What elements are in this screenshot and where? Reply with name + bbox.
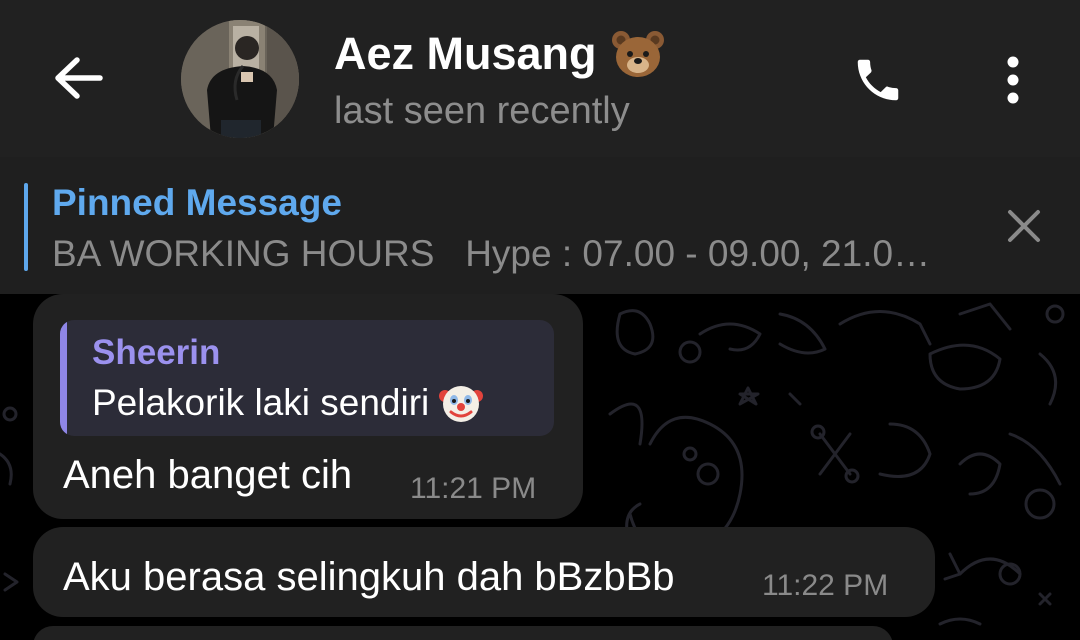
last-seen-status: last seen recently <box>334 90 630 132</box>
message-text: Aneh banget cih <box>63 453 353 497</box>
message-text: Aku berasa selingkuh dah bBzbBb <box>63 555 675 599</box>
message-time: 11:21 PM <box>410 472 537 505</box>
pinned-message-bar[interactable]: Pinned Message BA WORKING HOURS Hype : 0… <box>0 157 1080 294</box>
reply-text: Pelakorik laki sendiri <box>92 380 484 426</box>
message-bubble-partial[interactable] <box>33 626 893 640</box>
reply-preview[interactable]: Sheerin Pelakorik laki sendiri <box>60 320 554 436</box>
pinned-title: Pinned Message <box>52 182 342 223</box>
close-pinned-button[interactable] <box>996 198 1052 254</box>
arrow-left-icon <box>55 57 103 99</box>
reply-sender: Sheerin <box>92 333 221 372</box>
call-button[interactable] <box>844 46 912 114</box>
reply-accent-line <box>60 320 67 436</box>
back-button[interactable] <box>44 44 112 112</box>
chat-area[interactable]: Sheerin Pelakorik laki sendiri Aneh bang… <box>0 294 1080 640</box>
clown-face-icon <box>439 382 484 424</box>
contact-name-text: Aez Musang <box>334 28 597 79</box>
pinned-preview-text: BA WORKING HOURS Hype : 07.00 - 09.00, 2… <box>52 233 931 274</box>
phone-icon <box>857 59 899 101</box>
profile-photo <box>181 20 299 138</box>
close-icon <box>1008 210 1040 242</box>
contact-name[interactable]: Aez Musang <box>334 26 665 82</box>
more-options-button[interactable] <box>990 46 1036 114</box>
avatar[interactable] <box>181 20 299 138</box>
chat-header: Aez Musang last seen recently <box>0 0 1080 157</box>
message-time: 11:22 PM <box>762 569 889 602</box>
reply-text-content: Pelakorik laki sendiri <box>92 382 430 423</box>
more-vertical-icon <box>1007 56 1019 104</box>
bear-face-icon <box>611 29 665 79</box>
pinned-accent-line <box>24 183 28 271</box>
